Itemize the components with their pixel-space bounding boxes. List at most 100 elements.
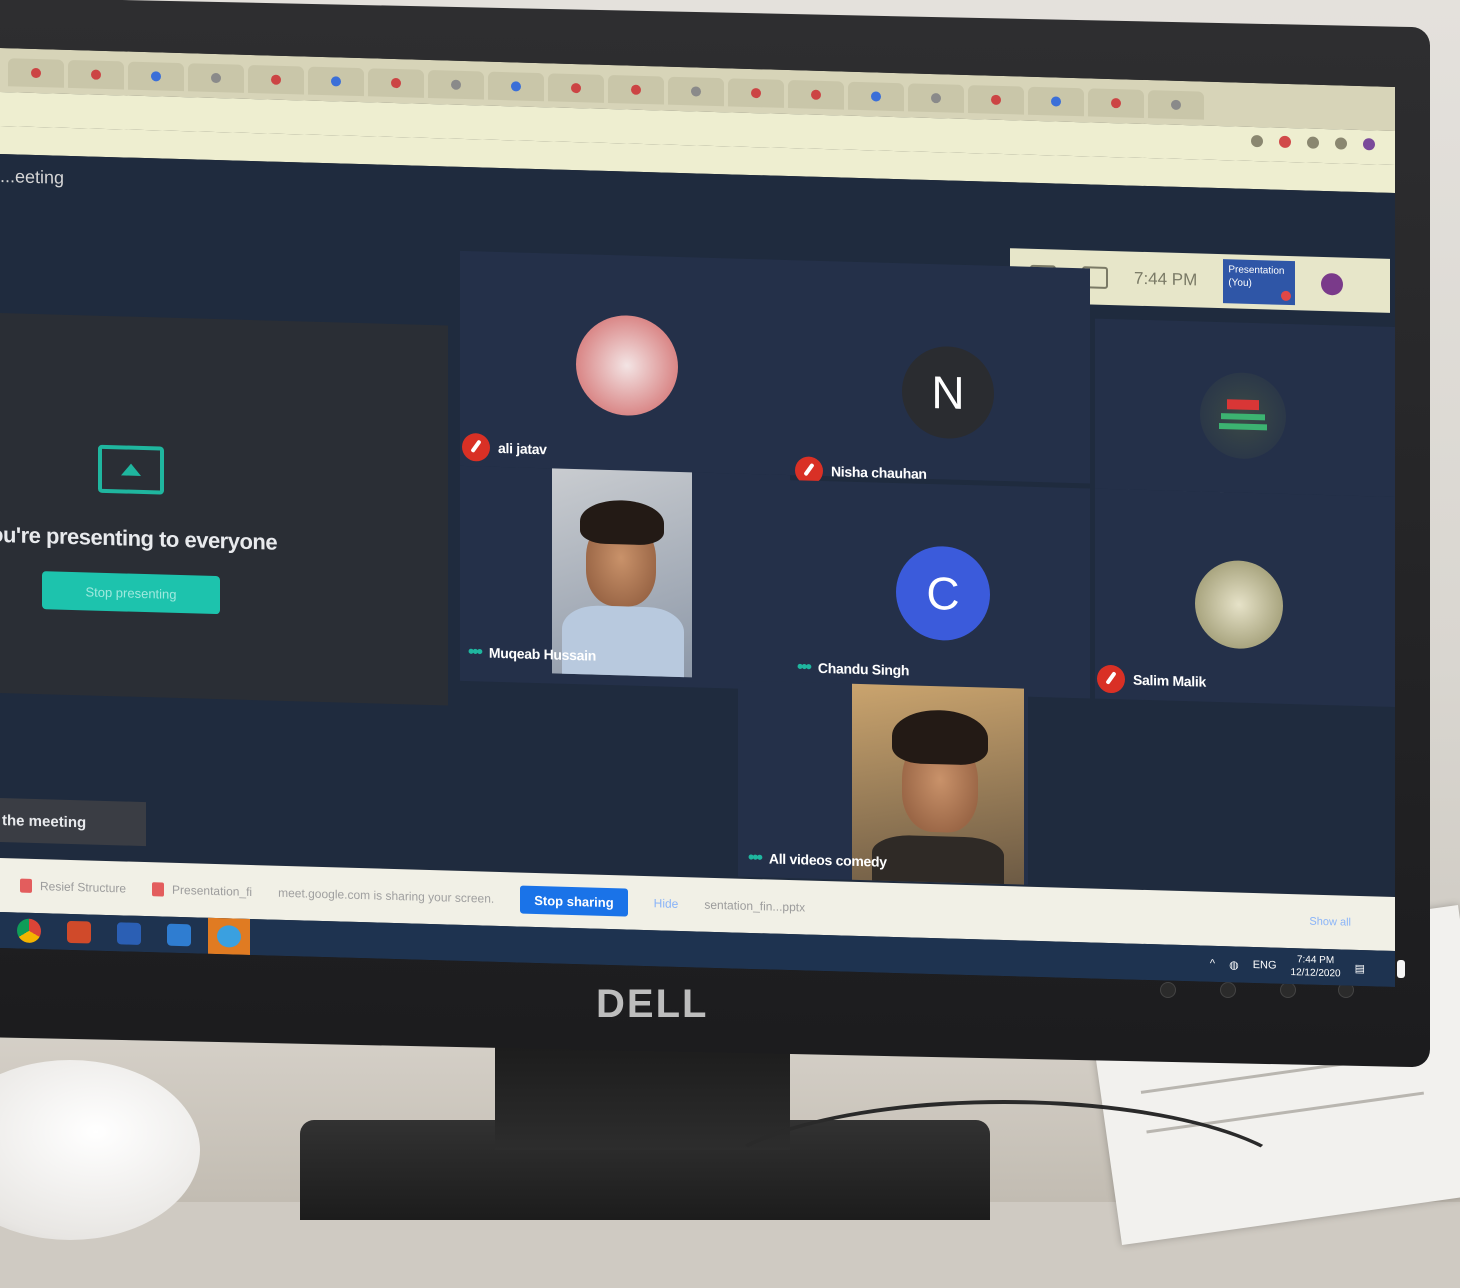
browser-tab[interactable] <box>608 74 664 105</box>
extension-icon[interactable] <box>1279 135 1291 149</box>
mic-off-icon <box>462 432 490 462</box>
browser-tab[interactable] <box>1088 88 1144 118</box>
tab-favicon-icon <box>1051 96 1061 107</box>
system-tray: ^ ◍ ENG 7:44 PM 12/12/2020 ▤ <box>1210 951 1365 981</box>
tab-favicon-icon <box>331 76 341 87</box>
presentation-chip-owner: (You) <box>1228 277 1252 289</box>
monitor-screen: ...eeting 7:44 PM Presentation (You) ou'… <box>0 48 1395 987</box>
download-file-name: Resief Structure <box>40 879 127 896</box>
meeting-clock: 7:44 PM <box>1134 268 1198 290</box>
speaking-indicator-icon: ••• <box>748 846 761 868</box>
download-file-name: Presentation_fi <box>172 882 253 900</box>
download-item[interactable]: Resief Structure <box>20 878 127 896</box>
chevron-up-icon[interactable]: ^ <box>1210 958 1215 970</box>
photos-taskbar-button[interactable] <box>158 916 200 953</box>
browser-tab[interactable] <box>788 80 844 110</box>
photos-icon <box>167 923 191 947</box>
tab-favicon-icon <box>31 67 41 79</box>
tab-favicon-icon <box>871 91 881 102</box>
participant-label: ••• Muqeab Hussain <box>468 641 596 666</box>
presentation-thumbnail[interactable]: Presentation (You) <box>1223 259 1296 306</box>
participant-name: Salim Malik <box>1133 671 1206 690</box>
monitor-brand-logo: DELL <box>596 982 709 1026</box>
participant-name: ali jatav <box>498 439 547 458</box>
tab-favicon-icon <box>511 81 521 92</box>
tab-favicon-icon <box>1171 99 1181 110</box>
stop-presenting-button[interactable]: Stop presenting <box>42 571 220 615</box>
browser-tab[interactable] <box>548 73 604 103</box>
browser-tab[interactable] <box>8 58 64 88</box>
tab-favicon-icon <box>571 82 581 94</box>
browser-tab[interactable] <box>1028 86 1084 117</box>
star-icon[interactable] <box>1251 134 1263 148</box>
participant-name: Chandu Singh <box>817 659 910 678</box>
notification-icon[interactable]: ▤ <box>1355 961 1365 974</box>
browser-tab[interactable] <box>668 76 724 107</box>
tab-favicon-icon <box>751 87 761 99</box>
tab-favicon-icon <box>451 79 461 90</box>
pdf-file-icon <box>152 882 165 897</box>
powerpoint-taskbar-button[interactable] <box>58 914 100 951</box>
browser-tab[interactable] <box>68 59 124 90</box>
participant-name: Nisha chauhan <box>831 463 927 482</box>
speaking-indicator-icon: ••• <box>797 656 810 677</box>
participant-name: Muqeab Hussain <box>488 644 596 664</box>
browser-tab[interactable] <box>128 61 184 92</box>
taskbar-clock[interactable]: 7:44 PM 12/12/2020 <box>1291 953 1341 980</box>
show-all-link[interactable]: Show all <box>1309 916 1351 929</box>
channel-logo-icon <box>1219 399 1267 431</box>
monitor-button <box>1160 982 1176 998</box>
monitor-button <box>1280 982 1296 998</box>
participant-label: ••• Chandu Singh <box>797 656 909 680</box>
meeting-title: ...eeting <box>0 166 65 188</box>
tab-favicon-icon <box>391 77 401 89</box>
browser-tab[interactable] <box>248 64 304 95</box>
clock-date: 12/12/2020 <box>1290 967 1341 980</box>
browser-tab[interactable] <box>368 68 424 98</box>
powerpoint-icon <box>67 920 91 944</box>
participant-label: ali jatav <box>462 432 547 463</box>
browser-tab[interactable] <box>488 71 544 102</box>
presenting-panel <box>0 313 448 706</box>
browser-tab[interactable] <box>308 66 364 97</box>
tab-favicon-icon <box>91 69 101 80</box>
browser-tab[interactable] <box>908 83 964 113</box>
hide-button[interactable]: Hide <box>654 896 679 911</box>
tab-favicon-icon <box>151 71 161 82</box>
download-item[interactable]: sentation_fin...pptx <box>704 898 805 915</box>
browser-tab[interactable] <box>188 63 244 93</box>
extension-icon[interactable] <box>1307 136 1319 149</box>
stop-sharing-button[interactable]: Stop sharing <box>520 885 628 917</box>
app-taskbar-button[interactable] <box>208 917 250 955</box>
browser-tab[interactable] <box>848 81 904 112</box>
tab-favicon-icon <box>211 72 221 84</box>
browser-tab[interactable] <box>1148 90 1204 120</box>
download-file-name: sentation_fin...pptx <box>704 897 806 915</box>
tab-favicon-icon <box>931 93 941 104</box>
profile-avatar[interactable] <box>1363 138 1375 151</box>
tab-favicon-icon <box>1111 98 1121 109</box>
monitor-button <box>1220 982 1236 998</box>
extension-icon[interactable] <box>1335 137 1347 150</box>
self-avatar[interactable] <box>1321 272 1344 296</box>
chrome-icon <box>17 918 41 944</box>
participant-label: ••• All videos comedy <box>748 847 887 872</box>
chrome-taskbar-button[interactable] <box>8 912 50 949</box>
download-item[interactable]: Presentation_fi <box>152 882 252 899</box>
language-indicator[interactable]: ENG <box>1253 959 1277 972</box>
pdf-file-icon <box>20 878 32 893</box>
meeting-info-chip[interactable]: the meeting <box>0 798 146 847</box>
word-taskbar-button[interactable] <box>108 915 150 952</box>
power-led <box>1397 960 1405 978</box>
participant-name: All videos comedy <box>768 849 887 870</box>
mic-off-icon <box>1097 664 1125 694</box>
word-icon <box>117 922 141 945</box>
network-icon[interactable]: ◍ <box>1229 958 1239 971</box>
tab-favicon-icon <box>631 84 641 95</box>
browser-tab[interactable] <box>968 85 1024 115</box>
speaking-indicator-icon: ••• <box>468 641 481 662</box>
present-screen-icon <box>98 444 164 495</box>
browser-tab[interactable] <box>728 78 784 108</box>
browser-tab[interactable] <box>428 69 484 100</box>
recording-dot-icon <box>1281 290 1292 302</box>
